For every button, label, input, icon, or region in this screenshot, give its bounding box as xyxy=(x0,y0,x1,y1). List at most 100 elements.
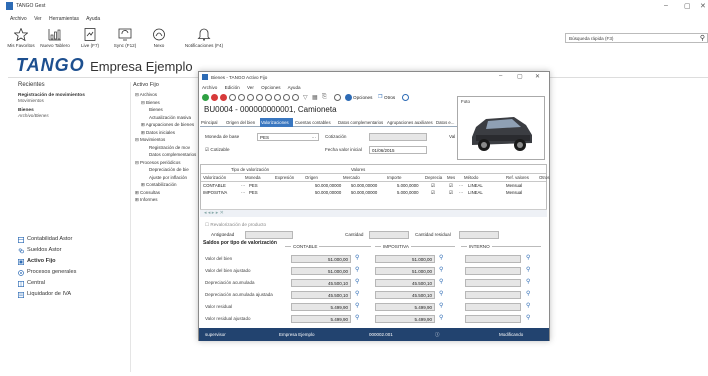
confirm-icon[interactable] xyxy=(202,94,209,101)
zoom-icon[interactable]: ⚲ xyxy=(439,290,443,297)
cantidad-residual-input[interactable] xyxy=(459,231,499,239)
new-dashboard-button[interactable]: Nuevo Tablero xyxy=(36,28,74,48)
cotizacion-input[interactable] xyxy=(369,133,427,141)
menu-herramientas[interactable]: Herramientas xyxy=(49,16,79,22)
tab-valorizaciones[interactable]: Valorizaciones xyxy=(260,118,293,127)
window-minimize-icon[interactable]: – xyxy=(499,73,502,79)
fecha-input[interactable]: 01/06/2015 xyxy=(369,146,427,154)
last-record-icon[interactable] xyxy=(283,94,290,101)
tab-datos-e[interactable]: Datos e... xyxy=(435,118,457,127)
copy-icon[interactable] xyxy=(247,94,254,101)
attach-icon[interactable]: ⎘ xyxy=(322,94,327,101)
zoom-icon[interactable]: ⚲ xyxy=(355,278,359,285)
zoom-icon[interactable]: ⚲ xyxy=(526,266,530,273)
favorites-button[interactable]: Mis Favoritos xyxy=(2,28,40,48)
window-close-icon[interactable]: ✕ xyxy=(535,73,540,80)
zoom-icon[interactable]: ⚲ xyxy=(355,314,359,321)
opciones-button[interactable]: Opciones xyxy=(353,95,372,100)
zoom-icon[interactable]: ⚲ xyxy=(526,314,530,321)
nexo-button[interactable]: Nexo xyxy=(140,28,178,48)
wmenu-ayuda[interactable]: Ayuda xyxy=(288,85,301,90)
tab-agrupaciones[interactable]: Agrupaciones auxiliares xyxy=(386,118,434,127)
next-record-icon[interactable] xyxy=(274,94,281,101)
zoom-icon[interactable]: ⚲ xyxy=(355,290,359,297)
antiguedad-input[interactable] xyxy=(245,231,293,239)
cantidad-input[interactable] xyxy=(369,231,409,239)
wmenu-ver[interactable]: Ver xyxy=(247,85,254,90)
help-icon[interactable] xyxy=(402,94,409,101)
tree-item-procesos[interactable]: ⊟ Procesos periódicos xyxy=(133,160,201,168)
zoom-icon[interactable]: ⚲ xyxy=(355,266,359,273)
tab-cuentas[interactable]: Cuentas contables xyxy=(294,118,336,127)
options-icon[interactable] xyxy=(345,94,352,101)
live-button[interactable]: Live (F7) xyxy=(71,28,109,48)
tree-item-datos-iniciales[interactable]: ⊞ Datos iniciales xyxy=(133,130,201,138)
tree-item-depreciacion[interactable]: Depreciación de bie xyxy=(133,167,201,175)
nav-procesos[interactable]: Procesos generales xyxy=(18,269,128,280)
tree-item-contabilizacion[interactable]: ⊞ Contabilización xyxy=(133,182,201,190)
menu-ayuda[interactable]: Ayuda xyxy=(86,16,100,22)
camera-icon[interactable] xyxy=(334,94,341,101)
tree-item-registracion[interactable]: Registración de mov xyxy=(133,145,201,153)
wmenu-archivo[interactable]: Archivo xyxy=(202,85,217,90)
nav-liquidador-iva[interactable]: Liquidador de IVA xyxy=(18,291,128,302)
cotizable-checkbox[interactable]: ☑ Cotizable xyxy=(205,147,230,153)
zoom-icon[interactable]: ⚲ xyxy=(439,278,443,285)
quick-search-input[interactable]: Búsqueda rápida (F3) ⚲ xyxy=(565,33,708,43)
tree-item-agrupaciones[interactable]: ⊞ Agrupaciones de bienes xyxy=(133,122,201,130)
zoom-icon[interactable]: ⚲ xyxy=(355,302,359,309)
col-valorizacion: Valorización xyxy=(203,175,227,180)
edit-icon[interactable] xyxy=(238,94,245,101)
tree-item-bienes-leaf[interactable]: Bienes xyxy=(133,107,201,115)
tree-item-actualizacion[interactable]: Actualización masiva xyxy=(133,115,201,123)
otros-button[interactable]: Otros xyxy=(384,95,395,100)
nav-activo-fijo[interactable]: Activo Fijo xyxy=(18,258,128,269)
tree-item-archivos[interactable]: ⊟ Archivos xyxy=(133,92,201,100)
tab-datos-compl[interactable]: Datos complementarios xyxy=(337,118,385,127)
cancel-icon[interactable] xyxy=(211,94,218,101)
zoom-icon[interactable]: ⚲ xyxy=(439,302,443,309)
zoom-icon[interactable]: ⚲ xyxy=(439,266,443,273)
menu-ver[interactable]: Ver xyxy=(34,16,42,22)
lookup-icon[interactable]: ··· xyxy=(312,135,317,140)
delete-icon[interactable] xyxy=(220,94,227,101)
zoom-icon[interactable]: ⚲ xyxy=(355,254,359,261)
tree-item-bienes[interactable]: ⊟ Bienes xyxy=(133,100,201,108)
tab-strip: Principal Origen del bien Valorizaciones… xyxy=(200,118,458,127)
revalorizacion-checkbox[interactable]: ☐ Revalorización de producto xyxy=(205,222,266,228)
moneda-input[interactable]: PES ··· xyxy=(257,133,319,141)
grid-navigator[interactable]: ◂ ◂ ▸ ▸ ✕ xyxy=(200,209,547,217)
search-record-icon[interactable] xyxy=(292,94,299,101)
new-icon[interactable] xyxy=(229,94,236,101)
tab-origen[interactable]: Origen del bien xyxy=(225,118,259,127)
zoom-icon[interactable]: ⚲ xyxy=(526,254,530,261)
filter-icon[interactable]: ▽ xyxy=(303,94,308,101)
first-record-icon[interactable] xyxy=(256,94,263,101)
tree-item-consultas[interactable]: ⊞ Consultas xyxy=(133,190,201,198)
window-maximize-icon[interactable]: ▢ xyxy=(517,73,523,80)
nav-central[interactable]: Central xyxy=(18,280,128,291)
zoom-icon[interactable]: ⚲ xyxy=(526,278,530,285)
grid-icon[interactable]: ▦ xyxy=(312,94,318,101)
search-icon[interactable]: ⚲ xyxy=(700,34,705,42)
nav-sueldos[interactable]: Sueldos Astor xyxy=(18,247,128,258)
wmenu-opciones[interactable]: Opciones xyxy=(261,85,280,90)
zoom-icon[interactable]: ⚲ xyxy=(526,302,530,309)
tree-item-datos-compl[interactable]: Datos complementarios xyxy=(133,152,201,160)
notifications-button[interactable]: Notificaciones (F4) xyxy=(180,28,228,48)
close-icon[interactable]: ✕ xyxy=(700,2,706,10)
prev-record-icon[interactable] xyxy=(265,94,272,101)
tree-item-ajuste[interactable]: Ajuste por inflación xyxy=(133,175,201,183)
tree-item-movimientos[interactable]: ⊟ Movimientos xyxy=(133,137,201,145)
minimize-icon[interactable]: – xyxy=(664,2,668,9)
zoom-icon[interactable]: ⚲ xyxy=(526,290,530,297)
tree-item-informes[interactable]: ⊞ Informes xyxy=(133,197,201,205)
menu-archivo[interactable]: Archivo xyxy=(10,16,27,22)
wmenu-edicion[interactable]: Edición xyxy=(225,85,240,90)
maximize-icon[interactable]: ▢ xyxy=(684,2,691,10)
sync-button[interactable]: Sync (F12) xyxy=(106,28,144,48)
zoom-icon[interactable]: ⚲ xyxy=(439,254,443,261)
nav-contabilidad[interactable]: Contabilidad Astor xyxy=(18,236,128,247)
zoom-icon[interactable]: ⚲ xyxy=(439,314,443,321)
tab-principal[interactable]: Principal xyxy=(200,118,224,127)
